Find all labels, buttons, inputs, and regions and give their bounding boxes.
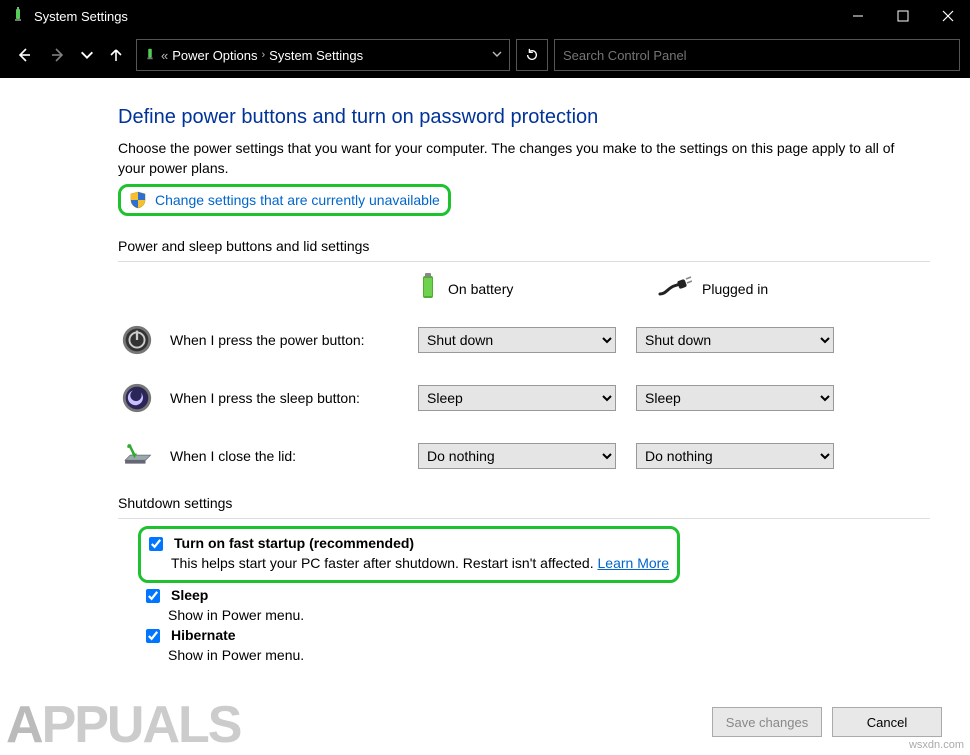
fast-startup-checkbox[interactable]	[149, 537, 163, 551]
lid-plugged-select[interactable]: Do nothing	[636, 443, 834, 469]
shutdown-sleep-checkbox[interactable]	[146, 589, 160, 603]
window-controls	[835, 0, 970, 32]
plug-icon	[658, 276, 692, 301]
power-battery-select[interactable]: Shut down	[418, 327, 616, 353]
fast-startup-highlight: Turn on fast startup (recommended) This …	[138, 526, 680, 583]
address-bar[interactable]: « Power Options › System Settings	[136, 39, 510, 71]
column-header-battery-label: On battery	[448, 281, 513, 297]
nav-refresh-button[interactable]	[516, 39, 548, 71]
nav-up-button[interactable]	[102, 41, 130, 69]
shutdown-sleep-row: Sleep Show in Power menu.	[142, 587, 930, 626]
shutdown-hibernate-title: Hibernate	[171, 627, 236, 643]
fast-startup-row: Turn on fast startup (recommended)	[145, 535, 669, 554]
fast-startup-title: Turn on fast startup (recommended)	[174, 535, 414, 551]
row-power-label: When I press the power button:	[170, 332, 365, 348]
intro-text: Choose the power settings that you want …	[118, 139, 918, 178]
column-header-battery: On battery	[418, 272, 618, 305]
address-dropdown-icon[interactable]	[491, 48, 503, 63]
row-power-button: When I press the power button: Shut down…	[118, 321, 930, 359]
breadcrumb-root-icon	[143, 47, 157, 64]
nav-back-button[interactable]	[10, 41, 38, 69]
shield-icon	[129, 191, 147, 209]
sleep-button-icon	[118, 379, 156, 417]
nav-history-button[interactable]	[78, 41, 96, 69]
breadcrumb-chevron-icon: ›	[262, 49, 266, 61]
window-title: System Settings	[34, 9, 128, 24]
app-icon	[10, 7, 26, 26]
shutdown-section: Shutdown settings 2 Turn on fast startup…	[118, 495, 930, 666]
cancel-button[interactable]: Cancel	[832, 707, 942, 737]
fast-startup-desc: This helps start your PC faster after sh…	[171, 554, 669, 574]
column-header-plugged: Plugged in	[658, 272, 858, 305]
close-button[interactable]	[925, 0, 970, 32]
shutdown-hibernate-desc: Show in Power menu.	[168, 646, 930, 666]
watermark-text: PPUALS	[42, 696, 241, 754]
watermark: APPUALS	[0, 695, 240, 755]
change-settings-link[interactable]: Change settings that are currently unava…	[155, 192, 440, 208]
nav-forward-button[interactable]	[44, 41, 72, 69]
row-lid-label: When I close the lid:	[170, 448, 296, 464]
column-header-plugged-label: Plugged in	[702, 281, 768, 297]
footer-buttons: Save changes Cancel	[712, 707, 942, 737]
row-sleep-button: When I press the sleep button: Sleep Sle…	[118, 379, 930, 417]
shutdown-hibernate-checkbox[interactable]	[146, 629, 160, 643]
section-divider	[118, 261, 930, 262]
lid-icon	[118, 437, 156, 475]
change-settings-highlight: Change settings that are currently unava…	[118, 184, 451, 216]
shutdown-divider	[118, 518, 930, 519]
shutdown-sleep-title: Sleep	[171, 587, 208, 603]
page-heading: Define power buttons and turn on passwor…	[118, 106, 930, 129]
sleep-plugged-select[interactable]: Sleep	[636, 385, 834, 411]
minimize-button[interactable]	[835, 0, 880, 32]
shutdown-section-title: Shutdown settings	[118, 495, 930, 511]
navbar: « Power Options › System Settings	[0, 32, 970, 78]
shutdown-sleep-desc: Show in Power menu.	[168, 606, 930, 626]
row-lid: When I close the lid: Do nothing Do noth…	[118, 437, 930, 475]
row-sleep-label: When I press the sleep button:	[170, 390, 360, 406]
fast-startup-desc-text: This helps start your PC faster after sh…	[171, 555, 598, 571]
sleep-battery-select[interactable]: Sleep	[418, 385, 616, 411]
breadcrumb-prefix: «	[161, 48, 168, 63]
credit-text: wsxdn.com	[909, 739, 964, 751]
power-button-icon	[118, 321, 156, 359]
battery-icon	[418, 272, 438, 305]
search-input[interactable]	[554, 39, 960, 71]
watermark-logo-icon: A	[6, 695, 42, 755]
save-changes-button[interactable]: Save changes	[712, 707, 822, 737]
section-buttons-title: Power and sleep buttons and lid settings	[118, 238, 930, 254]
breadcrumb-item-1[interactable]: Power Options	[172, 48, 257, 63]
titlebar: System Settings	[0, 0, 970, 32]
shutdown-hibernate-row: Hibernate Show in Power menu.	[142, 627, 930, 666]
learn-more-link[interactable]: Learn More	[598, 555, 670, 571]
lid-battery-select[interactable]: Do nothing	[418, 443, 616, 469]
column-headers: On battery Plugged in	[418, 272, 930, 305]
maximize-button[interactable]	[880, 0, 925, 32]
breadcrumb-item-2[interactable]: System Settings	[269, 48, 363, 63]
titlebar-left: System Settings	[10, 7, 128, 26]
power-plugged-select[interactable]: Shut down	[636, 327, 834, 353]
main-content: Define power buttons and turn on passwor…	[0, 78, 970, 666]
